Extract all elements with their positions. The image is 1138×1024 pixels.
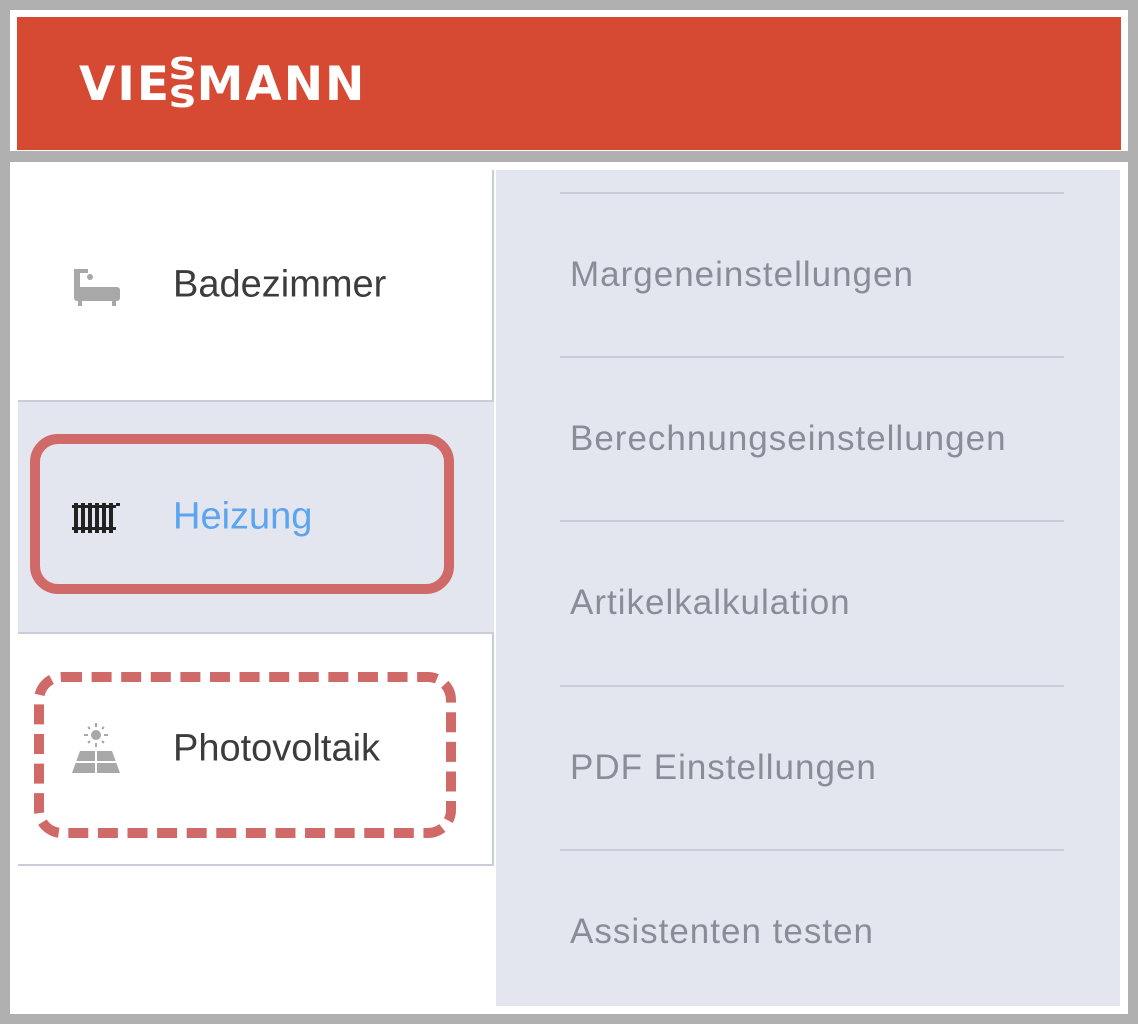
menu-item-berechnungseinstellungen[interactable]: Berechnungseinstellungen [560,356,1064,520]
brand-bar: VIE S S MANN [17,17,1121,150]
menu-item-artikelkalkulation[interactable]: Artikelkalkulation [560,520,1064,684]
menu-item-label: PDF Einstellungen [570,748,877,787]
sidebar-item-heizung[interactable]: Heizung [18,402,494,634]
settings-menu: Margeneinstellungen Berechnungseinstellu… [496,170,1120,1006]
sidebar-item-badezimmer[interactable]: Badezimmer [18,170,494,402]
viessmann-logo[interactable]: VIE S S MANN [79,55,367,115]
sidebar-item-label: Badezimmer [173,263,387,306]
menu-item-label: Berechnungseinstellungen [570,419,1007,458]
menu-item-label: Assistenten testen [570,912,874,951]
sidebar-item-label: Heizung [173,495,313,538]
logo-text-left: VIE [79,56,171,112]
app-header: VIE S S MANN [10,10,1128,151]
menu-item-margeneinstellungen[interactable]: Margeneinstellungen [560,192,1064,356]
logo-text-right: MANN [196,56,367,112]
sidebar-item-label: Photovoltaik [173,727,381,770]
menu-item-label: Margeneinstellungen [570,255,914,294]
settings-panel: Badezimmer Heizung Photovoltaik Margenei… [10,162,1128,1014]
logo-s-bottom: S [168,80,200,115]
radiator-icon [68,489,124,545]
menu-item-pdf-einstellungen[interactable]: PDF Einstellungen [560,685,1064,849]
solar-panel-icon [68,721,124,777]
menu-item-assistenten-testen[interactable]: Assistenten testen [560,849,1064,1006]
category-sidebar: Badezimmer Heizung Photovoltaik [18,170,496,1006]
menu-item-label: Artikelkalkulation [570,583,851,622]
logo-ss-mark: S S [168,55,200,115]
sidebar-item-photovoltaik[interactable]: Photovoltaik [18,634,494,866]
bathtub-icon [68,257,124,313]
